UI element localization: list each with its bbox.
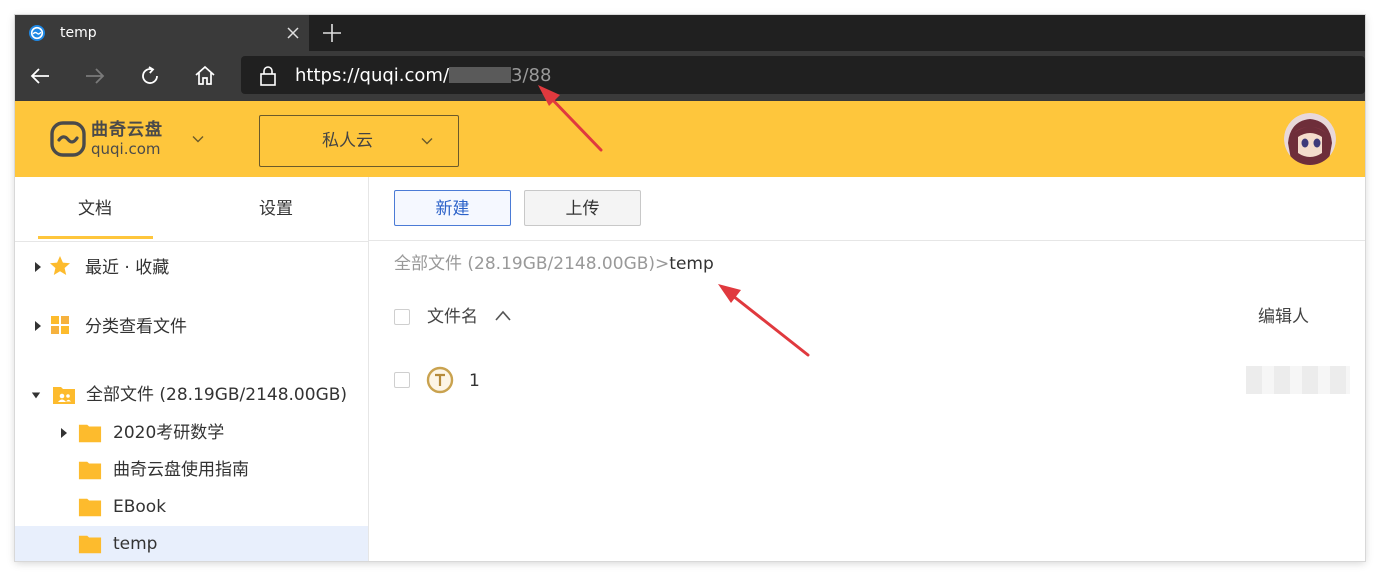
file-list-header: 文件名 编辑人 (369, 295, 1365, 335)
close-tab-icon[interactable] (283, 23, 303, 43)
breadcrumb-separator: > (655, 254, 670, 274)
caret-right-icon[interactable] (33, 261, 43, 273)
home-icon[interactable] (193, 64, 217, 88)
caret-down-icon[interactable] (31, 389, 41, 401)
sort-ascending-icon[interactable] (493, 307, 513, 325)
new-tab-icon[interactable] (320, 21, 344, 45)
chevron-down-icon[interactable] (191, 132, 205, 146)
quqi-logo-icon[interactable] (50, 121, 86, 157)
file-row[interactable]: 1 (369, 361, 1365, 401)
caret-right-icon[interactable] (59, 427, 69, 439)
editor-redacted (1246, 366, 1350, 394)
url-text: https://quqi.com/3/88 (295, 65, 551, 87)
sidebar-item-all-files[interactable]: 全部文件 (28.19GB/2148.00GB) (15, 377, 368, 413)
tab-documents[interactable]: 文档 (78, 199, 112, 219)
sidebar-item-categories[interactable]: 分类查看文件 (15, 308, 368, 344)
sidebar: 文档 设置 最近 · 收藏 分类查看文件 全部文件 (28.19GB/2148.… (15, 177, 369, 561)
sidebar-item-label: 最近 · 收藏 (85, 258, 170, 278)
folder-icon (78, 424, 102, 443)
app-header: 曲奇云盘 quqi.com 私人云 (15, 101, 1365, 177)
new-button[interactable]: 新建 (394, 190, 511, 226)
quqi-favicon-icon (29, 25, 45, 41)
file-checkbox[interactable] (394, 372, 410, 388)
star-icon (50, 256, 70, 275)
text-file-icon (426, 366, 454, 394)
tab-strip: temp (15, 15, 1365, 51)
url-redacted-part (449, 67, 512, 83)
column-header-name[interactable]: 文件名 (427, 307, 478, 327)
sidebar-item-recent[interactable]: 最近 · 收藏 (15, 249, 368, 285)
breadcrumb: 全部文件 (28.19GB/2148.00GB)>temp (394, 254, 714, 274)
url-tail: 3/88 (511, 65, 552, 86)
logo-text[interactable]: 曲奇云盘 quqi.com (91, 120, 163, 158)
folder-icon (78, 498, 102, 517)
sidebar-item-label: temp (113, 534, 158, 554)
back-icon[interactable] (28, 64, 52, 88)
logo-en: quqi.com (91, 140, 161, 158)
browser-toolbar: https://quqi.com/3/88 (15, 51, 1365, 101)
tab-settings[interactable]: 设置 (259, 199, 293, 219)
chevron-down-icon (421, 138, 433, 145)
logo-cn: 曲奇云盘 (91, 120, 163, 140)
avatar[interactable] (1284, 113, 1336, 165)
space-selector-label: 私人云 (322, 131, 373, 151)
shared-folder-icon (53, 387, 75, 404)
action-toolbar: 新建 上传 (369, 177, 1365, 241)
sidebar-item-label: EBook (113, 497, 167, 517)
caret-right-icon[interactable] (33, 320, 43, 332)
sidebar-item-label: 曲奇云盘使用指南 (113, 460, 249, 480)
sidebar-tabs: 文档 设置 (15, 177, 368, 242)
breadcrumb-current: temp (669, 254, 714, 274)
breadcrumb-root[interactable]: 全部文件 (28.19GB/2148.00GB) (394, 254, 655, 274)
folder-icon (78, 461, 102, 480)
forward-icon[interactable] (83, 64, 107, 88)
column-header-editor[interactable]: 编辑人 (1258, 307, 1309, 327)
category-icon (51, 316, 69, 334)
main-content: 新建 上传 全部文件 (28.19GB/2148.00GB)>temp 文件名 … (369, 177, 1365, 561)
tab-title: temp (60, 25, 97, 41)
sidebar-item-folder[interactable]: EBook (15, 489, 368, 525)
sidebar-item-folder[interactable]: 曲奇云盘使用指南 (15, 452, 368, 488)
url-main: https://quqi.com/ (295, 65, 450, 86)
folder-icon (78, 535, 102, 554)
file-name[interactable]: 1 (469, 371, 480, 391)
reload-icon[interactable] (138, 64, 162, 88)
browser-window: temp https://quqi.com/ 3/88 曲奇云盘 quqi.co… (15, 15, 1365, 561)
sidebar-item-label: 2020考研数学 (113, 423, 225, 443)
address-bar[interactable]: https://quqi.com/3/88 (241, 56, 1365, 94)
active-tab-indicator (38, 236, 153, 239)
sidebar-item-label: 全部文件 (28.19GB/2148.00GB) (86, 385, 348, 405)
browser-tab[interactable]: temp (15, 15, 309, 51)
sidebar-item-folder-selected[interactable]: temp (15, 526, 368, 561)
sidebar-item-label: 分类查看文件 (85, 317, 187, 337)
space-selector[interactable]: 私人云 (259, 115, 459, 167)
select-all-checkbox[interactable] (394, 309, 410, 325)
sidebar-item-folder[interactable]: 2020考研数学 (15, 415, 368, 451)
upload-button[interactable]: 上传 (524, 190, 641, 226)
lock-icon (260, 66, 276, 86)
